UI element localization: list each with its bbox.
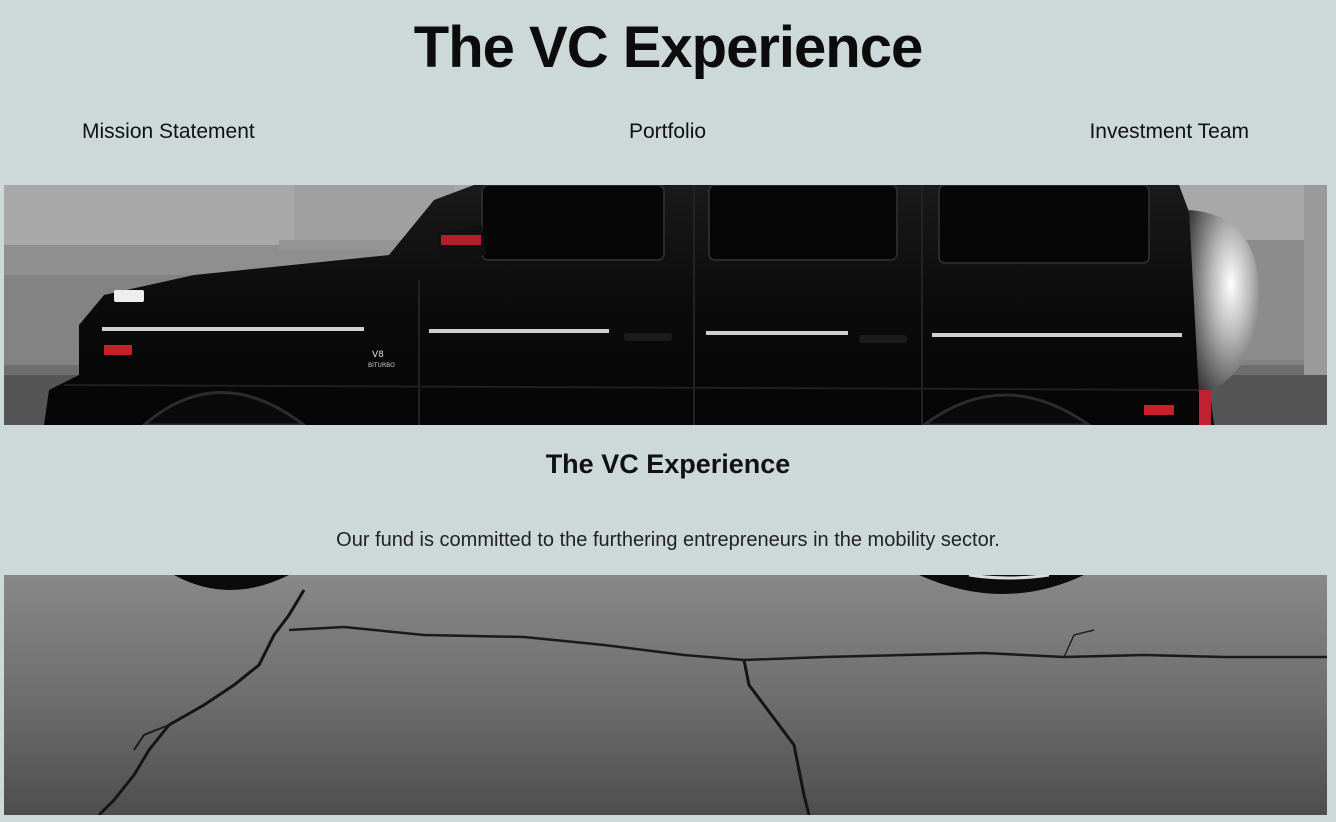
nav-link-mission-statement[interactable]: Mission Statement [82,120,255,144]
section-title: The VC Experience [545,449,791,479]
site-title: The VC Experience [413,15,923,80]
suv-badge-sub: BITURBO [368,362,395,369]
suv-photo: V8 BITURBO [4,185,1327,425]
main-nav: Mission Statement Portfolio Investment T… [0,120,1336,150]
hero-image-bottom [4,575,1327,815]
asphalt-photo [4,575,1327,815]
page: The VC Experience Mission Statement Port… [0,0,1336,822]
hero-image-top: V8 BITURBO [4,185,1327,425]
suv-badge: V8 [372,350,384,360]
nav-link-portfolio[interactable]: Portfolio [629,120,706,144]
nav-link-investment-team[interactable]: Investment Team [1089,120,1249,144]
mission-text: Our fund is committed to the furthering … [336,529,1000,551]
